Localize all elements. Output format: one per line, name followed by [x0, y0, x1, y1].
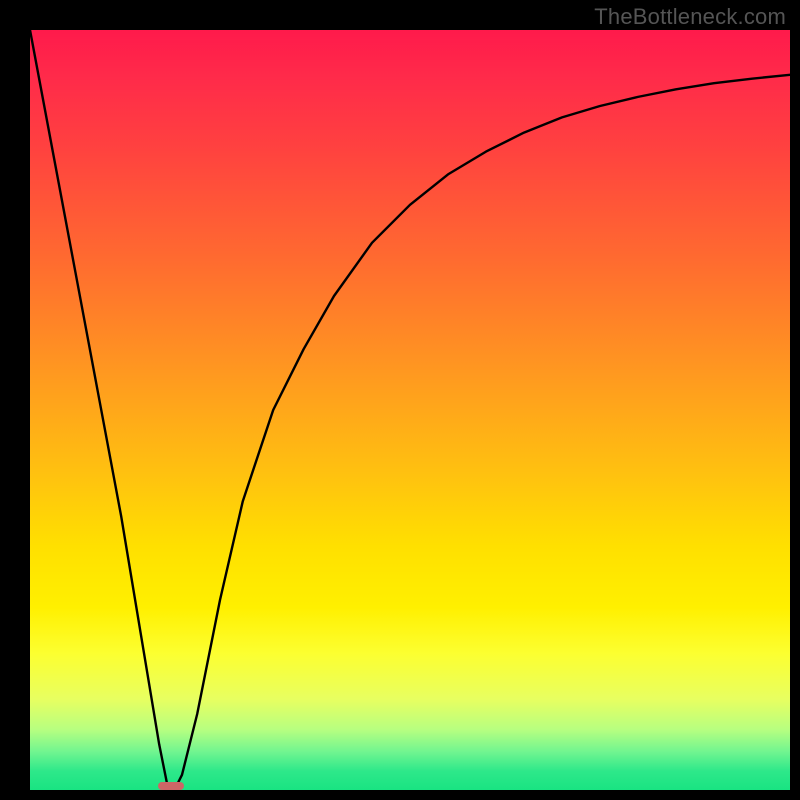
optimal-point-marker	[158, 782, 184, 790]
plot-area	[30, 30, 790, 790]
watermark-text: TheBottleneck.com	[594, 4, 786, 30]
chart-frame: TheBottleneck.com	[0, 0, 800, 800]
bottleneck-curve	[30, 30, 790, 790]
